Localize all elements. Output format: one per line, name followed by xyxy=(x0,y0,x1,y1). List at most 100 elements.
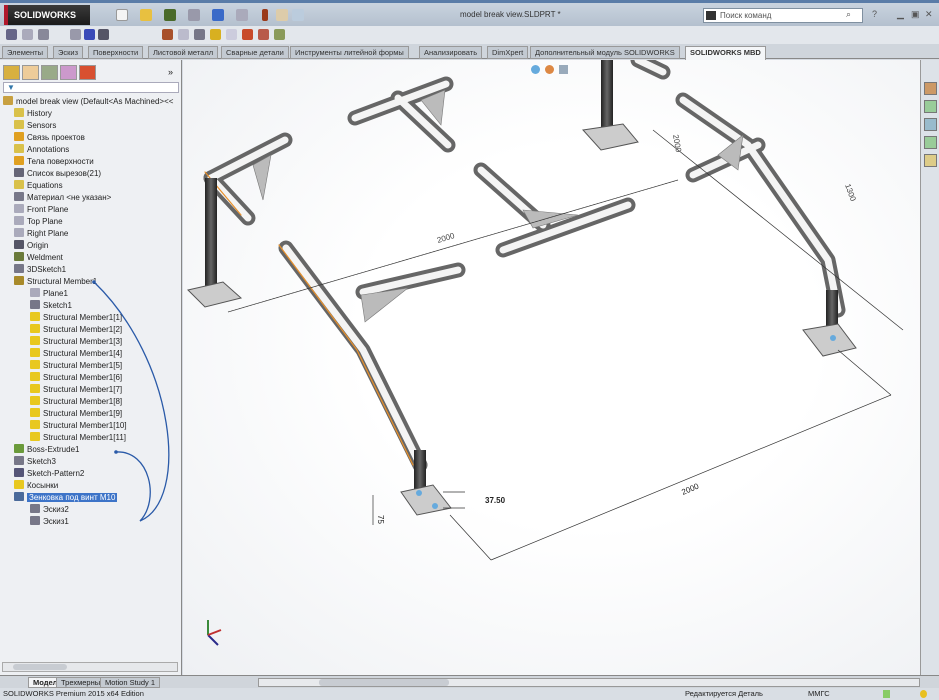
feature-manager-tab-icon[interactable] xyxy=(3,65,20,80)
tree-item[interactable]: Structural Member1[4] xyxy=(30,348,122,360)
tab-surfaces[interactable]: Поверхности xyxy=(88,46,144,59)
weld-icon[interactable] xyxy=(210,29,221,40)
tab-mold-tools[interactable]: Инструменты литейной формы xyxy=(290,46,409,59)
expand-panel-icon[interactable]: » xyxy=(168,67,173,77)
help-icon[interactable]: ? xyxy=(872,9,877,19)
edit-icon[interactable] xyxy=(6,29,17,40)
close-icon[interactable]: ✕ xyxy=(925,9,933,20)
rebuild-status-icon[interactable] xyxy=(883,690,890,698)
tree-filter-input[interactable]: ▼ xyxy=(3,82,179,93)
tab-addins[interactable]: Дополнительный модуль SOLIDWORKS xyxy=(530,46,680,59)
tree-item[interactable]: Structural Member1[6] xyxy=(30,372,122,384)
text-icon[interactable] xyxy=(84,29,95,40)
dimension-label[interactable]: 2000 xyxy=(671,134,683,154)
tree-item[interactable]: Косынки xyxy=(14,480,58,492)
undo-icon[interactable] xyxy=(212,9,224,21)
tree-item[interactable]: Эскиз2 xyxy=(30,504,69,516)
tree-item[interactable]: Equations xyxy=(14,180,63,192)
model-view[interactable]: 2000 2000 2000 1300 75 37.50 xyxy=(183,52,920,675)
tab-mbd[interactable]: SOLIDWORKS MBD xyxy=(685,46,766,60)
tab-weldments[interactable]: Сварные детали xyxy=(221,46,289,59)
tree-item[interactable]: Зенковка под винт M10 xyxy=(14,492,118,504)
tree-item[interactable]: Structural Member1[5] xyxy=(30,360,122,372)
new-file-icon[interactable] xyxy=(116,9,128,21)
view-palette-icon[interactable] xyxy=(924,136,937,149)
tab-motion-study[interactable]: Motion Study 1 xyxy=(100,677,161,688)
tree-item[interactable]: Список вырезов(21) xyxy=(14,168,101,180)
tree-item[interactable]: Front Plane xyxy=(14,204,68,216)
tab-dimxpert[interactable]: DimXpert xyxy=(487,46,529,59)
tree-item[interactable]: Материал <не указан> xyxy=(14,192,111,204)
tree-item[interactable]: Weldment xyxy=(14,252,63,264)
dimension-label[interactable]: 2000 xyxy=(680,481,700,496)
tree-item[interactable]: Эскиз1 xyxy=(30,516,69,528)
zoom-fit-icon[interactable] xyxy=(531,65,540,74)
tree-item[interactable]: Structural Member1[2] xyxy=(30,324,122,336)
tips-icon[interactable] xyxy=(920,690,927,698)
tree-item[interactable]: Annotations xyxy=(14,144,69,156)
restore-icon[interactable]: ▣ xyxy=(911,9,920,20)
tree-item[interactable]: Structural Member1[7] xyxy=(30,384,122,396)
dimension-label[interactable]: 37.50 xyxy=(485,496,506,505)
tree-item[interactable]: Structural Member1[3] xyxy=(30,336,122,348)
tree-item[interactable]: Тела поверхности xyxy=(14,156,94,168)
copy-icon[interactable] xyxy=(178,29,189,40)
graphics-area[interactable]: 2000 2000 2000 1300 75 37.50 xyxy=(183,52,920,675)
section-view-icon[interactable] xyxy=(545,65,554,74)
tab-sheet-metal[interactable]: Листовой металл xyxy=(148,46,219,59)
panel-scrollbar[interactable] xyxy=(2,662,178,672)
horizontal-scrollbar[interactable] xyxy=(258,678,920,687)
display-manager-tab-icon[interactable] xyxy=(79,65,96,80)
tab-sketch[interactable]: Эскиз xyxy=(53,46,84,59)
zoom-icon[interactable] xyxy=(38,29,49,40)
rebuild-icon[interactable] xyxy=(262,9,268,21)
tree-item[interactable]: Origin xyxy=(14,240,48,252)
appearance-icon[interactable] xyxy=(242,29,253,40)
check-icon[interactable] xyxy=(98,29,109,40)
command-search-input[interactable]: Поиск команд xyxy=(703,8,863,23)
help-tool-icon[interactable] xyxy=(226,29,237,40)
triad-icon[interactable] xyxy=(207,620,222,646)
tree-item[interactable]: 3DSketch1 xyxy=(14,264,66,276)
tree-item[interactable]: Связь проектов xyxy=(14,132,85,144)
file-explorer-icon[interactable] xyxy=(924,118,937,131)
print-icon[interactable] xyxy=(188,9,200,21)
search-icon[interactable]: ⌕ xyxy=(846,9,851,20)
units-selector[interactable]: ММГС xyxy=(808,688,830,700)
select-icon[interactable] xyxy=(236,9,248,21)
tree-item[interactable]: Sensors xyxy=(14,120,56,132)
appearances-icon[interactable] xyxy=(924,154,937,167)
tool-icon[interactable] xyxy=(194,29,205,40)
tab-evaluate[interactable]: Анализировать xyxy=(419,46,483,59)
tree-item[interactable]: Structural Member1[10] xyxy=(30,420,127,432)
tree-item[interactable]: Structural Member1[9] xyxy=(30,408,122,420)
tree-item[interactable]: Top Plane xyxy=(14,216,63,228)
tree-root[interactable]: model break view (Default<As Machined><< xyxy=(3,96,173,108)
tree-item[interactable]: Sketch1 xyxy=(30,300,72,312)
tree-item[interactable]: Structural Member1[11] xyxy=(30,432,126,444)
dimxpert-tab-icon[interactable] xyxy=(60,65,77,80)
configuration-manager-tab-icon[interactable] xyxy=(41,65,58,80)
dimension-label[interactable]: 2000 xyxy=(436,231,456,245)
view-icon[interactable] xyxy=(22,29,33,40)
customize-icon[interactable] xyxy=(292,9,304,21)
dimension-label[interactable]: 75 xyxy=(376,515,385,524)
resources-icon[interactable] xyxy=(924,82,937,95)
tree-item[interactable]: Structural Member1 xyxy=(14,276,97,288)
tree-item[interactable]: Sketch-Pattern2 xyxy=(14,468,84,480)
design-library-icon[interactable] xyxy=(924,100,937,113)
display-style-icon[interactable] xyxy=(559,65,568,74)
scene-icon[interactable] xyxy=(258,29,269,40)
tree-item[interactable]: Structural Member1[1] xyxy=(30,312,122,324)
tree-item[interactable]: Plane1 xyxy=(30,288,68,300)
minimize-icon[interactable]: ▁ xyxy=(897,9,904,20)
render-icon[interactable] xyxy=(274,29,285,40)
tree-item[interactable]: History xyxy=(14,108,52,120)
tree-item[interactable]: Boss-Extrude1 xyxy=(14,444,79,456)
tree-item[interactable]: Structural Member1[8] xyxy=(30,396,122,408)
tree-item[interactable]: Sketch3 xyxy=(14,456,56,468)
property-manager-tab-icon[interactable] xyxy=(22,65,39,80)
open-file-icon[interactable] xyxy=(140,9,152,21)
options-icon[interactable] xyxy=(276,9,288,21)
tree-item[interactable]: Right Plane xyxy=(14,228,68,240)
